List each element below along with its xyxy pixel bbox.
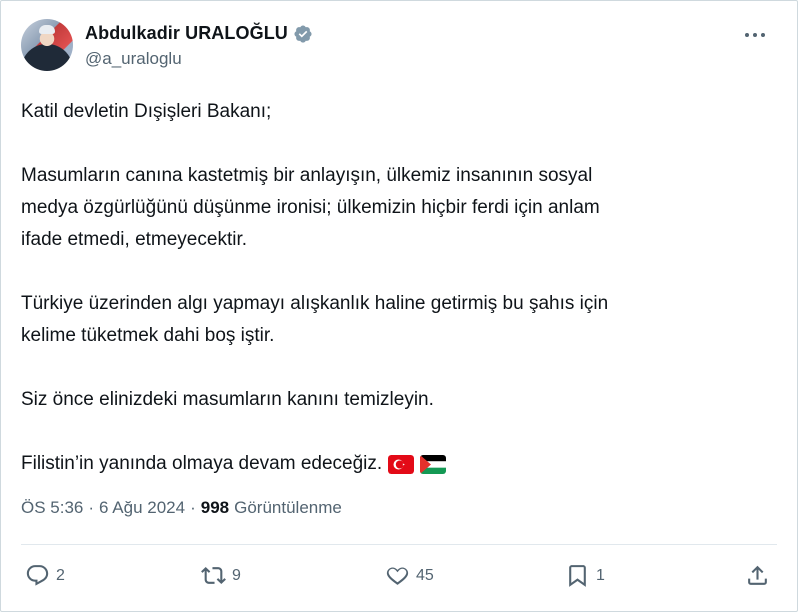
- tweet-date[interactable]: 6 Ağu 2024: [99, 498, 185, 518]
- retweet-count: 9: [232, 566, 241, 584]
- reply-count: 2: [56, 566, 65, 584]
- share-icon: [748, 565, 767, 585]
- author-handle[interactable]: @a_uraloglu: [85, 49, 182, 69]
- share-button[interactable]: [745, 563, 770, 588]
- more-options-icon[interactable]: [741, 25, 769, 45]
- action-bar: 2 9 45 1: [25, 563, 767, 593]
- like-count: 45: [416, 566, 434, 584]
- tweet-paragraph: Türkiye üzerinden algı yapmayı alışkanlı…: [21, 293, 609, 346]
- reply-icon: [26, 565, 49, 586]
- tweet-paragraph: Filistin’in yanında olmaya devam edeceği…: [21, 453, 383, 474]
- verified-badge-icon[interactable]: [293, 24, 313, 44]
- author-name-row: Abdulkadir URALOĞLU: [85, 23, 313, 44]
- avatar[interactable]: [21, 19, 73, 71]
- tweet-paragraph-last: Filistin’in yanında olmaya devam edeceği…: [21, 448, 781, 480]
- palestine-flag-icon: [420, 454, 447, 474]
- tweet-paragraph: Siz önce elinizdeki masumların kanını te…: [21, 389, 434, 410]
- retweet-button[interactable]: 9: [201, 563, 241, 588]
- bookmark-count: 1: [596, 566, 605, 584]
- divider: [21, 544, 777, 545]
- author-display-name[interactable]: Abdulkadir URALOĞLU: [85, 23, 288, 44]
- retweet-icon: [201, 567, 226, 584]
- bookmark-icon: [569, 565, 586, 587]
- views-count: 998: [200, 498, 230, 517]
- tweet-card: Abdulkadir URALOĞLU @a_uraloglu Katil de…: [0, 0, 798, 612]
- heart-icon: [386, 567, 409, 585]
- reply-button[interactable]: 2: [25, 563, 65, 588]
- tweet-header: Abdulkadir URALOĞLU @a_uraloglu: [21, 19, 777, 75]
- views-label: Görüntülenme: [234, 498, 342, 517]
- turkey-flag-icon: [388, 454, 415, 474]
- tweet-paragraph: Masumların canına kastetmiş bir anlayışı…: [21, 165, 600, 250]
- tweet-text: Katil devletin Dışişleri Bakanı; Masumla…: [21, 96, 781, 480]
- tweet-time[interactable]: ÖS 5:36: [21, 498, 83, 518]
- tweet-meta: ÖS 5:36 · 6 Ağu 2024 · 998 Görüntülenme: [21, 498, 342, 518]
- bookmark-button[interactable]: 1: [565, 563, 605, 588]
- meta-separator: ·: [190, 498, 196, 517]
- tweet-paragraph: Katil devletin Dışişleri Bakanı;: [21, 101, 272, 122]
- meta-separator: ·: [88, 498, 95, 517]
- like-button[interactable]: 45: [385, 563, 434, 588]
